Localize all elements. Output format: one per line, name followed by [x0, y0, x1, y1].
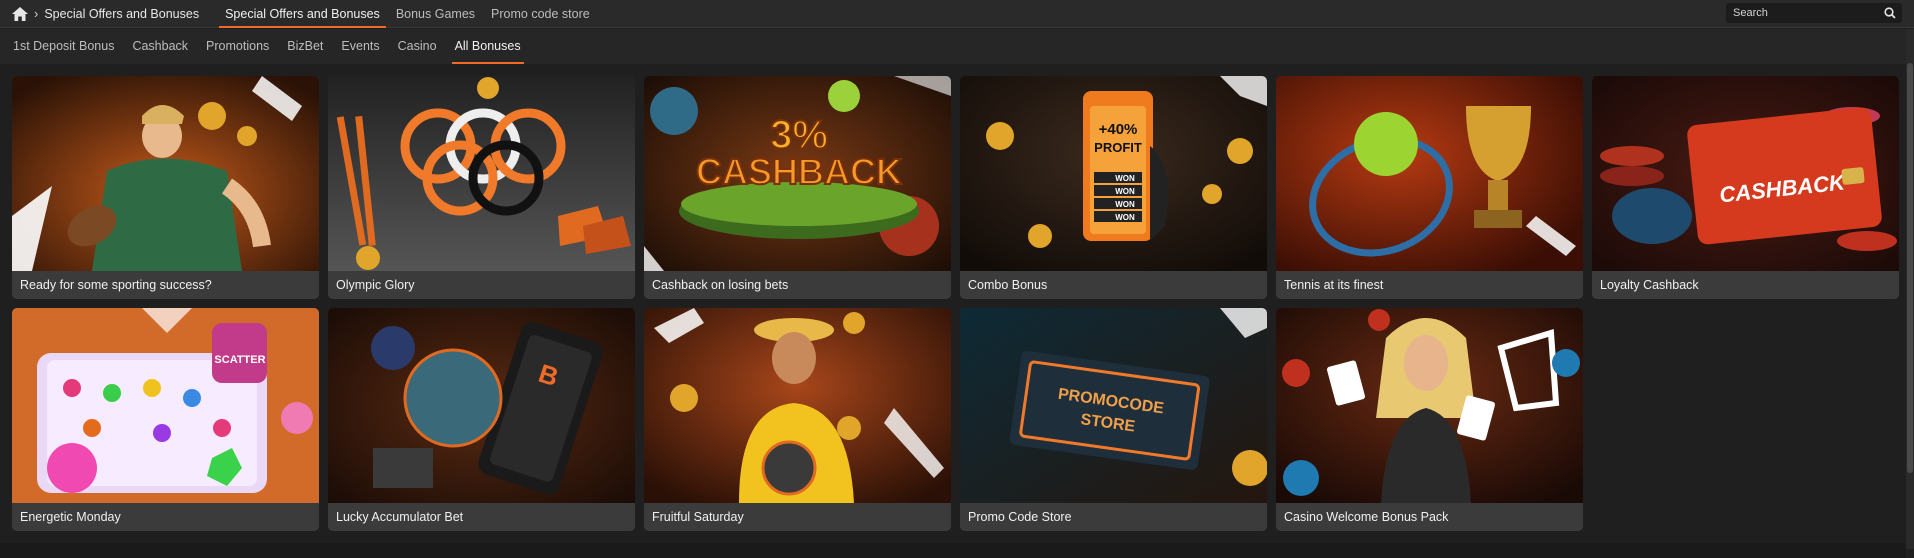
bonus-card-title: Combo Bonus: [960, 271, 1267, 299]
search-box: [1726, 3, 1902, 23]
won-label: WON: [1115, 187, 1135, 196]
category-nav: 1st Deposit Bonus Cashback Promotions Bi…: [0, 29, 1914, 64]
bonus-card[interactable]: Fruitful Saturday: [644, 308, 951, 531]
loyalty-card-image: CASHBACK: [1592, 76, 1899, 271]
bonus-card-title: Fruitful Saturday: [644, 503, 951, 531]
bonus-card-title: Lucky Accumulator Bet: [328, 503, 635, 531]
scatter-text: SCATTER: [214, 354, 265, 366]
bonus-card[interactable]: +40% PROFIT WON WON WON WON Combo Bonus: [960, 76, 1267, 299]
home-icon[interactable]: [12, 6, 28, 21]
tab-1st-deposit-bonus[interactable]: 1st Deposit Bonus: [13, 29, 114, 64]
chevron-right-icon: ›: [34, 6, 39, 21]
bonus-card[interactable]: 3% CASHBACK Cashback on losing bets: [644, 76, 951, 299]
won-label: WON: [1115, 200, 1135, 209]
bonus-card-title: Cashback on losing bets: [644, 271, 951, 299]
slot-candy-image: SCATTER: [12, 308, 319, 503]
rugby-player-image: [12, 76, 319, 271]
bottom-edge: [0, 543, 1906, 558]
cashback-word-text: CASHBACK: [696, 151, 902, 192]
bonus-card-title: Olympic Glory: [328, 271, 635, 299]
bonus-card[interactable]: Ready for some sporting success?: [12, 76, 319, 299]
bonus-card[interactable]: CASHBACK Loyalty Cashback: [1592, 76, 1899, 299]
bonus-card-title: Casino Welcome Bonus Pack: [1276, 503, 1583, 531]
bonus-card[interactable]: Olympic Glory: [328, 76, 635, 299]
tab-all-bonuses[interactable]: All Bonuses: [451, 29, 524, 64]
tab-cashback[interactable]: Cashback: [132, 29, 188, 64]
bonus-card-title: Promo Code Store: [960, 503, 1267, 531]
tab-events[interactable]: Events: [341, 29, 379, 64]
bonus-card[interactable]: Casino Welcome Bonus Pack: [1276, 308, 1583, 531]
cashback-3-percent-image: 3% CASHBACK: [644, 76, 951, 271]
promocode-chip-image: PROMOCODE STORE: [960, 308, 1267, 503]
combo-percent-text: +40%: [1099, 121, 1138, 138]
football-phone-image: B: [328, 308, 635, 503]
bonus-grid: Ready for some sporting success? Olympic…: [12, 76, 1899, 531]
breadcrumb-current[interactable]: Special Offers and Bonuses: [44, 7, 199, 21]
tab-bizbet[interactable]: BizBet: [287, 29, 323, 64]
tab-special-offers[interactable]: Special Offers and Bonuses: [219, 0, 386, 28]
won-label: WON: [1115, 174, 1135, 183]
bonus-card[interactable]: Tennis at its finest: [1276, 76, 1583, 299]
bonus-card-title: Loyalty Cashback: [1592, 271, 1899, 299]
bonus-card[interactable]: B Lucky Accumulator Bet: [328, 308, 635, 531]
tab-bonus-games[interactable]: Bonus Games: [396, 0, 475, 28]
bonus-card[interactable]: SCATTER Energetic Monday: [12, 308, 319, 531]
search-icon[interactable]: [1884, 7, 1896, 19]
casino-woman-image: [1276, 308, 1583, 503]
bonus-card[interactable]: PROMOCODE STORE Promo Code Store: [960, 308, 1267, 531]
tab-promotions[interactable]: Promotions: [206, 29, 269, 64]
bonus-card-title: Tennis at its finest: [1276, 271, 1583, 299]
olympic-rings-image: [328, 76, 635, 271]
combo-profit-text: PROFIT: [1094, 140, 1142, 155]
top-bar: › Special Offers and Bonuses Special Off…: [0, 0, 1914, 28]
tennis-trophy-image: [1276, 76, 1583, 271]
tab-casino[interactable]: Casino: [398, 29, 437, 64]
combo-phone-image: +40% PROFIT WON WON WON WON: [960, 76, 1267, 271]
tab-promo-code-store[interactable]: Promo code store: [491, 0, 590, 28]
bonus-card-title: Ready for some sporting success?: [12, 271, 319, 299]
won-label: WON: [1115, 213, 1135, 222]
bonus-card-title: Energetic Monday: [12, 503, 319, 531]
search-input[interactable]: [1726, 7, 1876, 19]
scrollbar-thumb[interactable]: [1907, 63, 1913, 473]
page-scrollbar[interactable]: [1906, 29, 1914, 549]
happy-man-image: [644, 308, 951, 503]
